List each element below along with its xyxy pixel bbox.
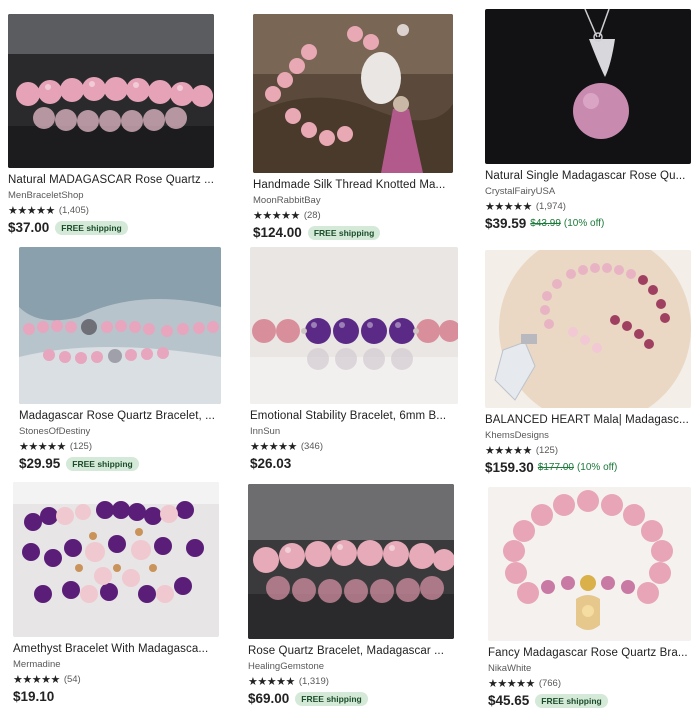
shop-name[interactable]: Mermadine bbox=[13, 659, 219, 670]
shop-name[interactable]: CrystalFairyUSA bbox=[485, 186, 691, 197]
rating: ★★★★★ (1,319) bbox=[248, 675, 454, 688]
rating: ★★★★★ (28) bbox=[253, 209, 453, 222]
listing-title[interactable]: BALANCED HEART Mala| Madagasc... bbox=[485, 414, 691, 426]
free-shipping-badge: FREE shipping bbox=[55, 220, 128, 235]
price-row: $159.30 $177.00 (10% off) bbox=[485, 460, 691, 475]
free-shipping-badge: FREE shipping bbox=[295, 691, 368, 706]
price: $37.00 bbox=[8, 220, 50, 235]
listing-image[interactable] bbox=[8, 14, 214, 168]
shop-name[interactable]: NikaWhite bbox=[488, 663, 691, 674]
review-count: (1,405) bbox=[58, 205, 89, 216]
discount-label: (10% off) bbox=[563, 218, 605, 229]
listing-card[interactable]: Handmade Silk Thread Knotted Ma... MoonR… bbox=[253, 14, 453, 240]
shop-name[interactable]: MoonRabbitBay bbox=[253, 195, 453, 206]
listing-image[interactable] bbox=[488, 487, 691, 641]
star-rating-icon: ★★★★★ bbox=[248, 675, 295, 688]
price-row: $37.00 FREE shipping bbox=[8, 220, 214, 235]
shop-name[interactable]: HealingGemstone bbox=[248, 661, 454, 672]
review-count: (125) bbox=[535, 445, 558, 456]
listing-card[interactable]: Fancy Madagascar Rose Quartz Bra... Nika… bbox=[488, 487, 691, 708]
star-rating-icon: ★★★★★ bbox=[8, 204, 55, 217]
listing-image[interactable] bbox=[13, 482, 219, 637]
free-shipping-badge: FREE shipping bbox=[535, 693, 608, 708]
review-count: (346) bbox=[300, 441, 323, 452]
listing-card[interactable]: Natural Single Madagascar Rose Qu... Cry… bbox=[485, 9, 691, 231]
review-count: (28) bbox=[303, 210, 321, 221]
price: $45.65 bbox=[488, 693, 530, 708]
listing-title[interactable]: Rose Quartz Bracelet, Madagascar ... bbox=[248, 645, 454, 657]
star-rating-icon: ★★★★★ bbox=[253, 209, 300, 222]
rating: ★★★★★ (766) bbox=[488, 677, 691, 690]
listing-image[interactable] bbox=[250, 247, 458, 404]
listing-card[interactable]: Emotional Stability Bracelet, 6mm B... I… bbox=[250, 247, 458, 471]
free-shipping-badge: FREE shipping bbox=[307, 225, 381, 240]
shop-name[interactable]: KhemsDesigns bbox=[485, 430, 691, 441]
shop-name[interactable]: InnSun bbox=[250, 426, 458, 437]
listing-image[interactable] bbox=[248, 484, 454, 639]
star-rating-icon: ★★★★★ bbox=[485, 444, 532, 457]
review-count: (1,319) bbox=[298, 676, 329, 687]
listing-title[interactable]: Madagascar Rose Quartz Bracelet, ... bbox=[19, 410, 221, 422]
price: $69.00 bbox=[248, 691, 290, 706]
price: $39.59 bbox=[485, 216, 527, 231]
star-rating-icon: ★★★★★ bbox=[19, 440, 66, 453]
price-row: $19.10 bbox=[13, 689, 219, 704]
price: $26.03 bbox=[250, 456, 292, 471]
price-row: $124.00 FREE shipping bbox=[253, 225, 453, 240]
price: $19.10 bbox=[13, 689, 55, 704]
listing-title[interactable]: Natural Single Madagascar Rose Qu... bbox=[485, 170, 691, 182]
listing-title[interactable]: Natural MADAGASCAR Rose Quartz ... bbox=[8, 174, 214, 186]
free-shipping-badge: FREE shipping bbox=[66, 456, 139, 471]
original-price: $43.99 bbox=[530, 218, 561, 229]
listing-title[interactable]: Fancy Madagascar Rose Quartz Bra... bbox=[488, 647, 691, 659]
listing-title[interactable]: Handmade Silk Thread Knotted Ma... bbox=[253, 179, 453, 191]
price-row: $69.00 FREE shipping bbox=[248, 691, 454, 706]
price: $29.95 bbox=[19, 456, 61, 471]
shop-name[interactable]: MenBraceletShop bbox=[8, 190, 214, 201]
price: $124.00 bbox=[253, 225, 302, 240]
rating: ★★★★★ (125) bbox=[19, 440, 221, 453]
shop-name[interactable]: StonesOfDestiny bbox=[19, 426, 221, 437]
listing-image[interactable] bbox=[485, 250, 691, 408]
listing-title[interactable]: Amethyst Bracelet With Madagasca... bbox=[13, 643, 219, 655]
discount-label: (10% off) bbox=[576, 462, 618, 473]
listing-card[interactable]: BALANCED HEART Mala| Madagasc... KhemsDe… bbox=[485, 250, 691, 475]
listing-image[interactable] bbox=[19, 247, 221, 404]
listing-card[interactable]: Madagascar Rose Quartz Bracelet, ... Sto… bbox=[19, 247, 221, 471]
rating: ★★★★★ (346) bbox=[250, 440, 458, 453]
review-count: (1,974) bbox=[535, 201, 566, 212]
star-rating-icon: ★★★★★ bbox=[485, 200, 532, 213]
listing-image[interactable] bbox=[253, 14, 453, 173]
star-rating-icon: ★★★★★ bbox=[13, 673, 60, 686]
price-row: $26.03 bbox=[250, 456, 458, 471]
review-count: (766) bbox=[538, 678, 561, 689]
listing-title[interactable]: Emotional Stability Bracelet, 6mm B... bbox=[250, 410, 458, 422]
price-row: $39.59 $43.99 (10% off) bbox=[485, 216, 691, 231]
rating: ★★★★★ (1,405) bbox=[8, 204, 214, 217]
review-count: (54) bbox=[63, 674, 81, 685]
price-row: $29.95 FREE shipping bbox=[19, 456, 221, 471]
listing-card[interactable]: Rose Quartz Bracelet, Madagascar ... Hea… bbox=[248, 484, 454, 706]
price: $159.30 bbox=[485, 460, 534, 475]
original-price: $177.00 bbox=[537, 462, 574, 473]
price-row: $45.65 FREE shipping bbox=[488, 693, 691, 708]
review-count: (125) bbox=[69, 441, 92, 452]
star-rating-icon: ★★★★★ bbox=[488, 677, 535, 690]
rating: ★★★★★ (54) bbox=[13, 673, 219, 686]
listing-card[interactable]: Natural MADAGASCAR Rose Quartz ... MenBr… bbox=[8, 14, 214, 235]
listing-card[interactable]: Amethyst Bracelet With Madagasca... Merm… bbox=[13, 482, 219, 704]
rating: ★★★★★ (125) bbox=[485, 444, 691, 457]
rating: ★★★★★ (1,974) bbox=[485, 200, 691, 213]
star-rating-icon: ★★★★★ bbox=[250, 440, 297, 453]
listing-image[interactable] bbox=[485, 9, 691, 164]
